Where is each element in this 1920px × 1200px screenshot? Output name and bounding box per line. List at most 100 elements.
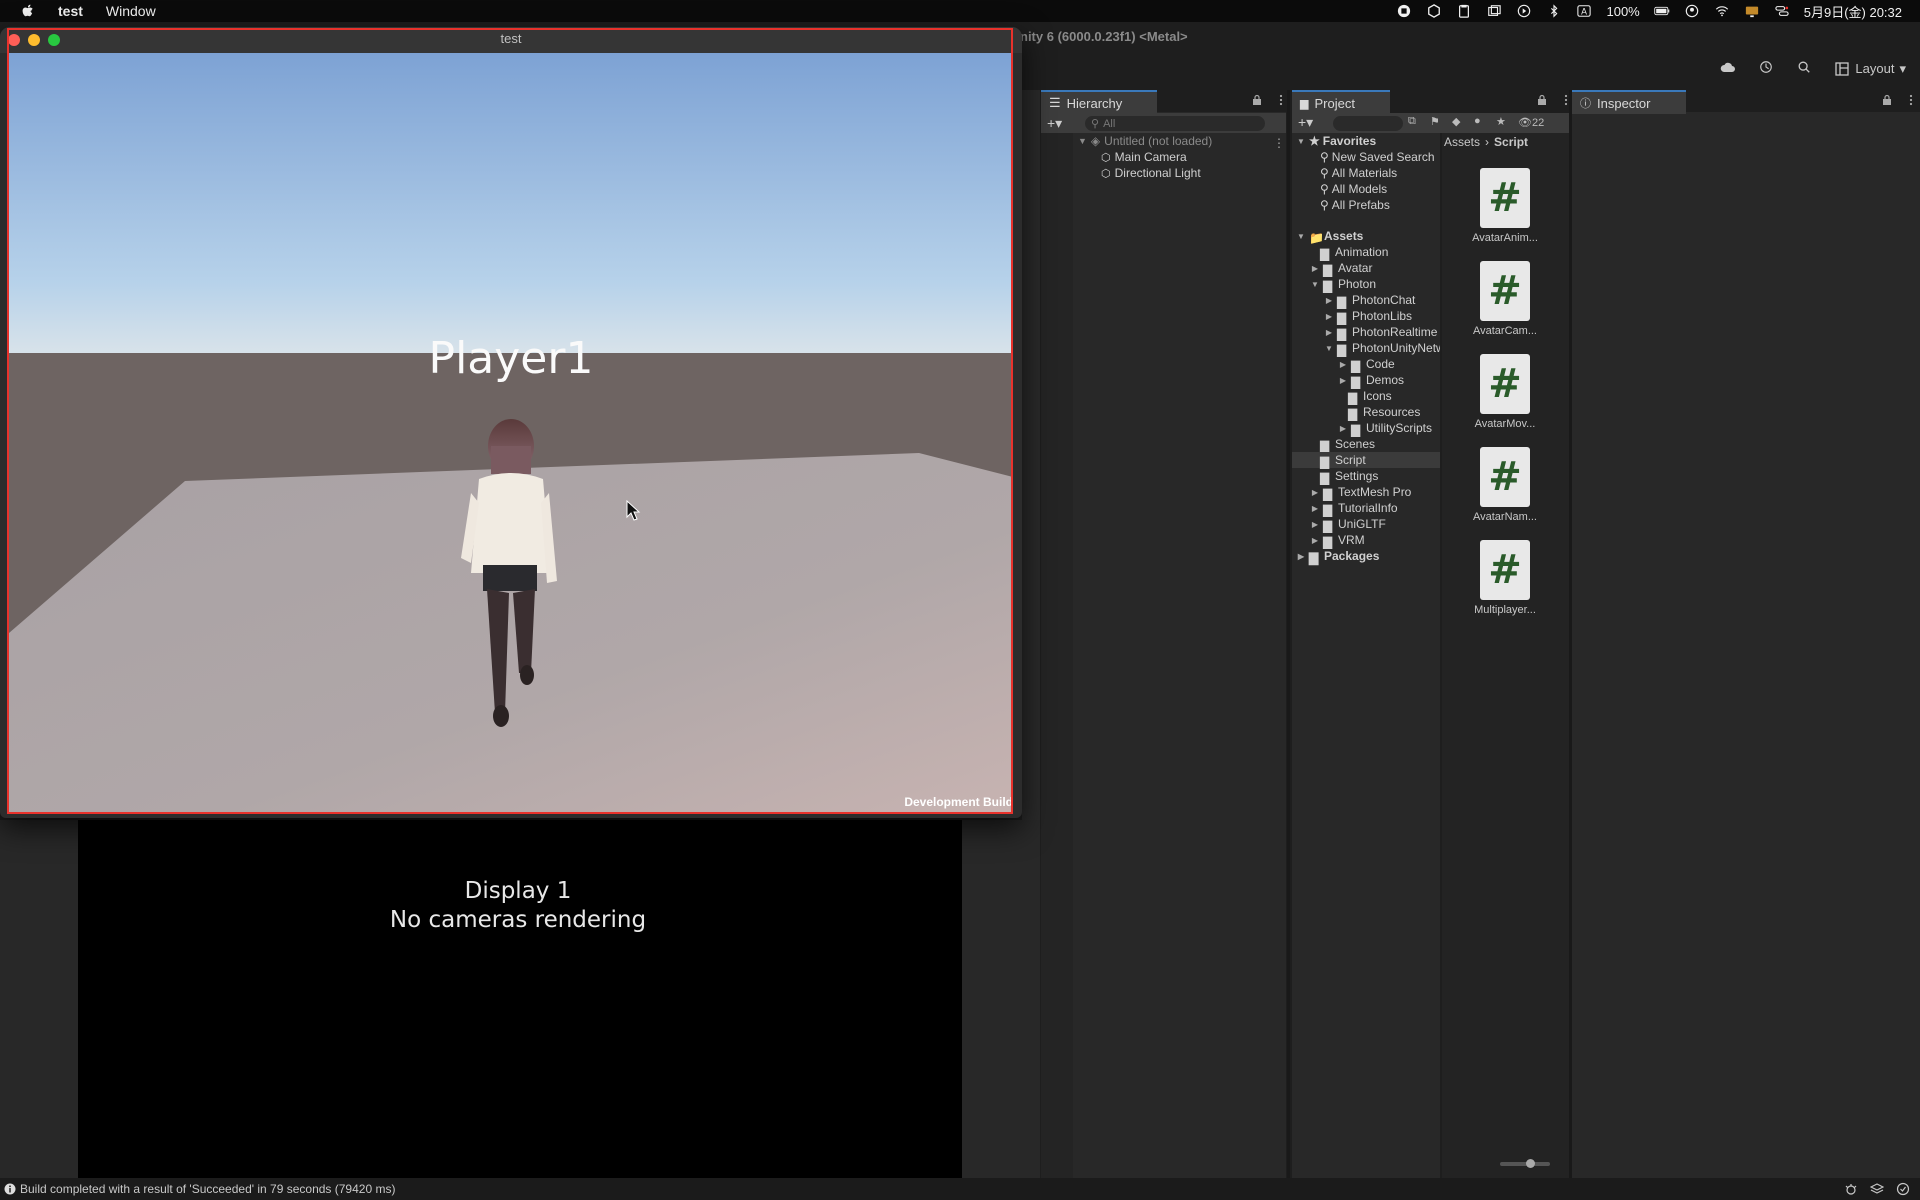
folder-animation[interactable]: ▇ Animation xyxy=(1320,244,1388,261)
hierarchy-item-main-camera[interactable]: ⬡ Main Camera xyxy=(1101,150,1187,164)
clipboard-icon[interactable] xyxy=(1456,4,1472,18)
folder-icon: ▇ xyxy=(1320,439,1330,453)
script-file[interactable]: # AvatarNam... xyxy=(1465,447,1545,523)
menu-app-name[interactable]: test xyxy=(58,3,83,19)
folder-photonrealtime[interactable]: ▶ ▇ PhotonRealtime xyxy=(1324,324,1437,341)
kebab-menu-icon[interactable] xyxy=(1275,94,1287,106)
folder-photon[interactable]: ▼ ▇ Photon xyxy=(1310,276,1376,293)
favorite-label: All Models xyxy=(1331,182,1388,196)
favorite-item[interactable]: ⚲ New Saved Search xyxy=(1320,149,1435,165)
layers-icon[interactable] xyxy=(1870,1182,1884,1196)
star-icon[interactable]: ★ xyxy=(1496,115,1506,128)
tab-project[interactable]: ▆ Project xyxy=(1292,90,1390,114)
lock-icon[interactable] xyxy=(1881,94,1893,106)
folder-icons[interactable]: ▇ Icons xyxy=(1348,388,1392,405)
hierarchy-gutter xyxy=(1041,133,1073,1178)
create-button[interactable]: +▾ xyxy=(1298,114,1313,131)
status-message[interactable]: Build completed with a result of 'Succee… xyxy=(20,1182,395,1196)
folder-icon: ▇ xyxy=(1337,327,1347,341)
script-file[interactable]: # Multiplayer... xyxy=(1465,540,1545,616)
play-circle-icon[interactable] xyxy=(1516,4,1532,18)
script-file[interactable]: # AvatarMov... xyxy=(1465,354,1545,430)
folder-photonchat[interactable]: ▶ ▇ PhotonChat xyxy=(1324,292,1415,309)
folder-code[interactable]: ▶ ▇ Code xyxy=(1338,356,1395,373)
folder-icon: ▇ xyxy=(1351,359,1361,373)
user-icon[interactable] xyxy=(1684,4,1700,18)
panel-divider[interactable] xyxy=(1287,90,1290,1178)
game-scene-viewport[interactable]: Player1 Development Build xyxy=(9,53,1013,813)
scene-row[interactable]: ▼ ◈ Untitled (not loaded) xyxy=(1078,134,1212,148)
battery-icon[interactable] xyxy=(1654,4,1670,18)
favorite-item[interactable]: ⚲ All Materials xyxy=(1320,165,1397,181)
folder-scenes[interactable]: ▇ Scenes xyxy=(1320,436,1375,453)
add-button[interactable]: +▾ xyxy=(1047,115,1062,132)
folder-icon: ▇ xyxy=(1309,551,1319,565)
history-icon[interactable] xyxy=(1758,60,1774,77)
folder-avatar[interactable]: ▶ ▇ Avatar xyxy=(1310,260,1373,277)
wifi-icon[interactable] xyxy=(1714,4,1730,18)
folder-demos[interactable]: ▶ ▇ Demos xyxy=(1338,372,1404,389)
search-by-type-icon[interactable]: ⧉ xyxy=(1408,115,1416,128)
folder-photonlibs[interactable]: ▶ ▇ PhotonLibs xyxy=(1324,308,1412,325)
script-file[interactable]: # AvatarCam... xyxy=(1465,261,1545,337)
kebab-menu-icon[interactable] xyxy=(1905,94,1917,106)
breadcrumb-item[interactable]: Script xyxy=(1494,135,1528,149)
menu-window[interactable]: Window xyxy=(106,3,156,19)
folder-unigltf[interactable]: ▶ ▇ UniGLTF xyxy=(1310,516,1386,533)
record-icon[interactable] xyxy=(1396,4,1412,18)
search-icon[interactable] xyxy=(1796,60,1812,77)
folder-label: Avatar xyxy=(1338,261,1373,275)
folder-icon: ▆ xyxy=(1300,97,1309,110)
folder-script[interactable]: ▇ Script xyxy=(1292,452,1440,469)
icon-size-slider[interactable] xyxy=(1500,1159,1550,1168)
panel-divider[interactable] xyxy=(1569,90,1572,1178)
tab-hierarchy[interactable]: ☰ Hierarchy xyxy=(1041,90,1157,114)
layout-dropdown[interactable]: Layout ▾ xyxy=(1834,61,1906,77)
hierarchy-item-label: Main Camera xyxy=(1114,150,1187,164)
folder-photonunitynetworking[interactable]: ▼▇PhotonUnityNetworking xyxy=(1324,340,1440,357)
input-source-icon[interactable]: A xyxy=(1576,4,1592,18)
windows-icon[interactable] xyxy=(1486,4,1502,18)
favorite-item[interactable]: ⚲ All Prefabs xyxy=(1320,197,1390,213)
favorite-label: All Prefabs xyxy=(1331,198,1390,212)
assets-header[interactable]: ▼ 📁 Assets xyxy=(1296,228,1363,245)
filter-icon[interactable]: ⚑ xyxy=(1430,115,1440,128)
folder-resources[interactable]: ▇ Resources xyxy=(1348,404,1420,421)
bluetooth-icon[interactable] xyxy=(1546,4,1562,18)
apple-logo-icon[interactable] xyxy=(20,3,36,19)
folder-vrm[interactable]: ▶ ▇ VRM xyxy=(1310,532,1365,549)
unity-icon[interactable] xyxy=(1426,4,1442,18)
player-name-label: Player1 xyxy=(428,333,594,384)
warning-icon[interactable]: ● xyxy=(1474,115,1481,127)
hidden-count[interactable]: 👁22 xyxy=(1518,116,1544,129)
label-icon[interactable]: ◆ xyxy=(1452,115,1460,128)
packages-header[interactable]: ▶ ▇ Packages xyxy=(1296,548,1379,565)
slider-handle[interactable] xyxy=(1526,1159,1535,1168)
debug-icon[interactable] xyxy=(1844,1182,1858,1196)
control-center-icon[interactable] xyxy=(1774,4,1790,18)
project-tree: ▼ ★ Favorites ⚲ New Saved Search ⚲ All Mater… xyxy=(1292,133,1440,1178)
folder-utilityscripts[interactable]: ▶ ▇ UtilityScripts xyxy=(1338,420,1432,437)
folder-textmeshpro[interactable]: ▶ ▇ TextMesh Pro xyxy=(1310,484,1411,501)
display-icon[interactable] xyxy=(1744,4,1760,18)
favorites-header[interactable]: ▼ ★ Favorites xyxy=(1296,133,1376,149)
lock-icon[interactable] xyxy=(1536,94,1548,106)
unity-scene-icon: ◈ xyxy=(1090,134,1101,148)
folder-settings[interactable]: ▇ Settings xyxy=(1320,468,1378,485)
script-file[interactable]: # AvatarAnim... xyxy=(1465,168,1545,244)
folder-label: VRM xyxy=(1338,533,1365,547)
cloud-icon[interactable] xyxy=(1720,60,1736,77)
breadcrumb-item[interactable]: Assets xyxy=(1444,135,1480,149)
hierarchy-search-input[interactable]: ⚲ All xyxy=(1085,116,1265,131)
check-circle-icon[interactable] xyxy=(1896,1182,1910,1196)
tab-inspector[interactable]: ⓘ Inspector xyxy=(1572,90,1686,114)
project-search-input[interactable] xyxy=(1333,116,1403,131)
folder-open-icon: ▇ xyxy=(1337,343,1347,357)
folder-tutorialinfo[interactable]: ▶ ▇ TutorialInfo xyxy=(1310,500,1398,517)
lock-icon[interactable] xyxy=(1251,94,1263,106)
date-time[interactable]: 5月9日(金) 20:32 xyxy=(1804,2,1902,21)
scene-kebab-icon[interactable]: ⋮ xyxy=(1273,136,1285,150)
favorite-item[interactable]: ⚲ All Models xyxy=(1320,181,1387,197)
hierarchy-item-directional-light[interactable]: ⬡ Directional Light xyxy=(1101,166,1201,180)
game-view-canvas[interactable] xyxy=(78,820,962,1178)
